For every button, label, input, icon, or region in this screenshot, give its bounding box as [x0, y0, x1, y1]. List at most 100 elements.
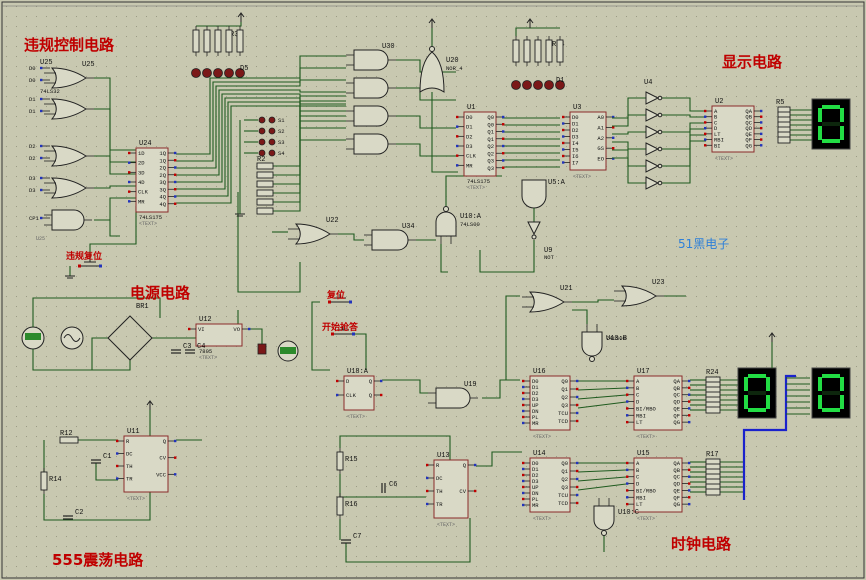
grid-dot: [206, 546, 207, 547]
grid-dot: [76, 26, 77, 27]
grid-dot: [816, 226, 817, 227]
grid-dot: [606, 36, 607, 37]
grid-dot: [156, 426, 157, 427]
grid-dot: [46, 216, 47, 217]
grid-dot: [456, 446, 457, 447]
grid-dot: [486, 96, 487, 97]
grid-dot: [206, 236, 207, 237]
grid-dot: [636, 196, 637, 197]
grid-dot: [476, 56, 477, 57]
grid-dot: [216, 546, 217, 547]
grid-dot: [626, 106, 627, 107]
grid-dot: [396, 386, 397, 387]
grid-dot: [576, 86, 577, 87]
grid-dot: [86, 286, 87, 287]
grid-dot: [276, 556, 277, 557]
grid-dot: [796, 406, 797, 407]
grid-dot: [346, 526, 347, 527]
grid-dot: [416, 426, 417, 427]
grid-dot: [416, 216, 417, 217]
grid-dot: [416, 566, 417, 567]
grid-dot: [76, 136, 77, 137]
grid-dot: [416, 486, 417, 487]
grid-dot: [336, 526, 337, 527]
grid-dot: [746, 576, 747, 577]
grid-dot: [766, 566, 767, 567]
grid-dot: [26, 476, 27, 477]
grid-dot: [16, 306, 17, 307]
grid-dot: [156, 266, 157, 267]
grid-dot: [36, 206, 37, 207]
grid-dot: [106, 96, 107, 97]
grid-dot: [396, 336, 397, 337]
grid-dot: [696, 346, 697, 347]
grid-dot: [576, 556, 577, 557]
grid-dot: [106, 16, 107, 17]
grid-dot: [106, 296, 107, 297]
grid-dot: [456, 296, 457, 297]
grid-dot: [96, 86, 97, 87]
grid-dot: [616, 466, 617, 467]
grid-dot: [746, 16, 747, 17]
grid-dot: [146, 86, 147, 87]
grid-dot: [776, 316, 777, 317]
grid-dot: [256, 576, 257, 577]
grid-dot: [506, 266, 507, 267]
grid-dot: [246, 266, 247, 267]
grid-dot: [476, 206, 477, 207]
grid-dot: [126, 256, 127, 257]
grid-dot: [316, 346, 317, 347]
grid-dot: [806, 336, 807, 337]
grid-dot: [756, 306, 757, 307]
grid-dot: [566, 56, 567, 57]
grid-dot: [476, 76, 477, 77]
grid-dot: [246, 156, 247, 157]
grid-dot: [456, 106, 457, 107]
grid-dot: [286, 536, 287, 537]
grid-dot: [136, 146, 137, 147]
grid-dot: [436, 366, 437, 367]
grid-dot: [246, 496, 247, 497]
grid-dot: [476, 66, 477, 67]
grid-dot: [416, 76, 417, 77]
grid-dot: [166, 316, 167, 317]
grid-dot: [126, 16, 127, 17]
grid-dot: [826, 526, 827, 527]
grid-dot: [476, 46, 477, 47]
grid-dot: [426, 296, 427, 297]
grid-dot: [116, 306, 117, 307]
grid-dot: [846, 556, 847, 557]
grid-dot: [786, 156, 787, 157]
grid-dot: [416, 46, 417, 47]
grid-dot: [786, 256, 787, 257]
grid-dot: [6, 126, 7, 127]
grid-dot: [436, 426, 437, 427]
grid-dot: [806, 26, 807, 27]
grid-dot: [326, 16, 327, 17]
grid-dot: [246, 516, 247, 517]
grid-dot: [776, 216, 777, 217]
grid-dot: [256, 256, 257, 257]
grid-dot: [306, 176, 307, 177]
grid-dot: [426, 386, 427, 387]
grid-dot: [776, 536, 777, 537]
grid-dot: [586, 266, 587, 267]
grid-dot: [136, 346, 137, 347]
grid-dot: [596, 446, 597, 447]
grid-dot: [526, 76, 527, 77]
grid-dot: [696, 506, 697, 507]
grid-dot: [36, 356, 37, 357]
grid-dot: [26, 246, 27, 247]
grid-dot: [846, 496, 847, 497]
grid-dot: [156, 336, 157, 337]
grid-dot: [246, 286, 247, 287]
grid-dot: [826, 156, 827, 157]
grid-dot: [746, 336, 747, 337]
grid-dot: [66, 546, 67, 547]
grid-dot: [266, 416, 267, 417]
grid-dot: [546, 126, 547, 127]
grid-dot: [266, 386, 267, 387]
grid-dot: [426, 536, 427, 537]
grid-dot: [386, 406, 387, 407]
grid-dot: [796, 236, 797, 237]
